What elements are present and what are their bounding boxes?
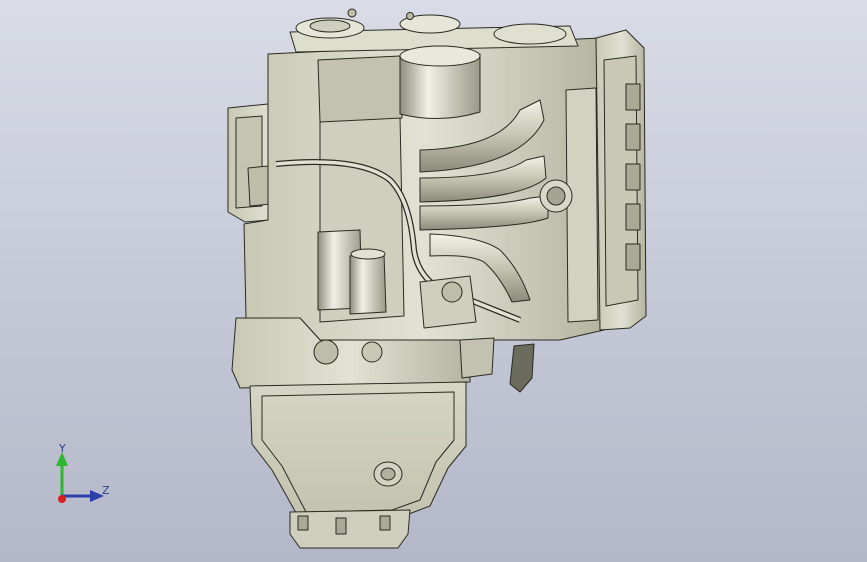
x-axis-origin xyxy=(58,495,66,503)
oil-pan xyxy=(249,381,467,521)
engine-assembly-model[interactable] xyxy=(0,0,867,562)
y-axis-label: Y xyxy=(59,442,66,455)
mounting-bracket xyxy=(509,343,535,393)
graphics-viewport[interactable]: Y Z xyxy=(0,0,867,562)
sensor-unit xyxy=(349,253,387,315)
z-axis-label: Z xyxy=(102,484,110,497)
coordinate-triad: Y Z xyxy=(50,440,120,510)
